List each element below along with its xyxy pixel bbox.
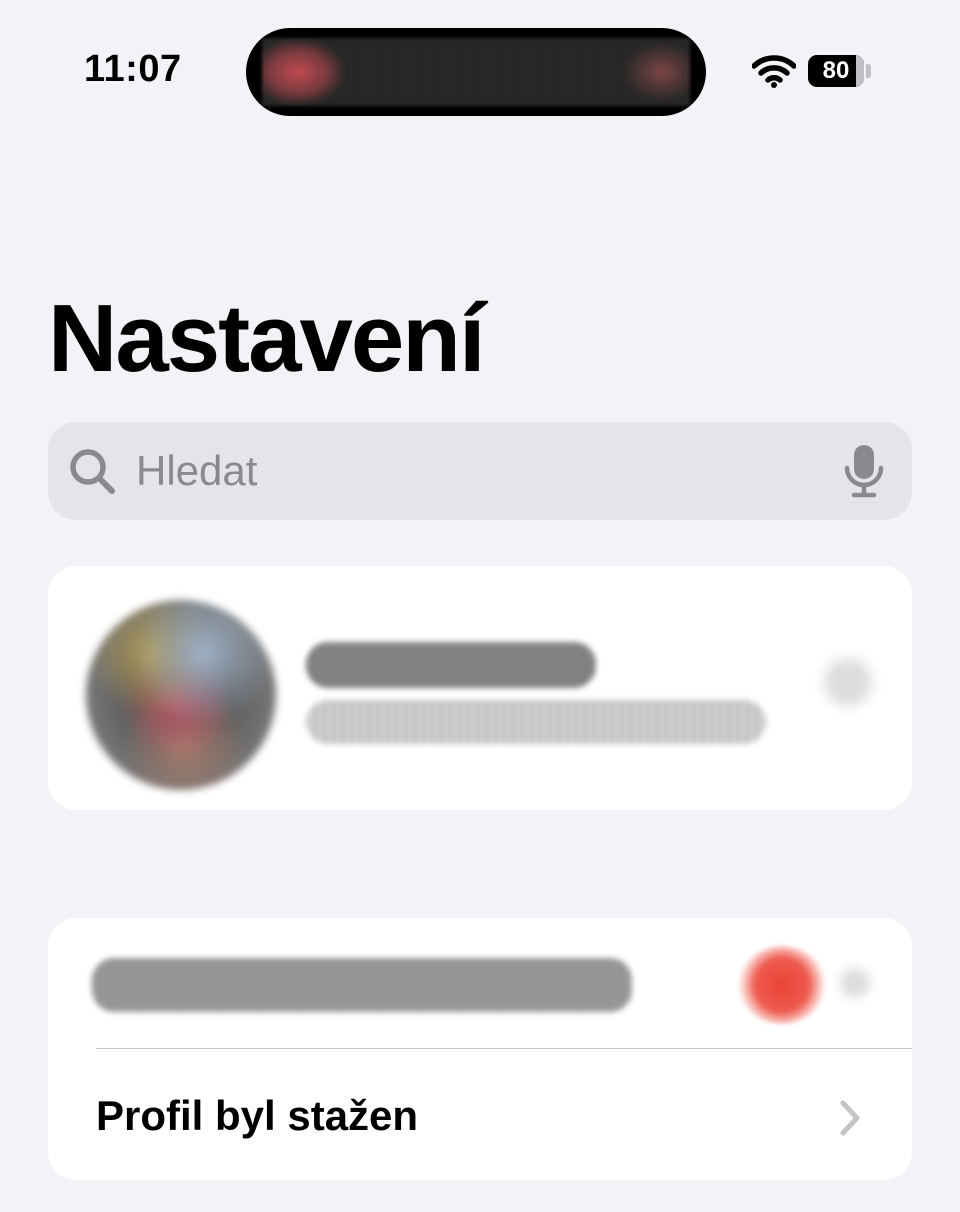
avatar	[86, 600, 276, 790]
apple-account-card[interactable]	[48, 566, 912, 810]
search-input[interactable]	[132, 436, 820, 506]
profile-subtitle-redacted	[306, 700, 766, 744]
dynamic-island-activity	[262, 38, 690, 106]
battery-indicator: 80	[808, 55, 864, 87]
battery-level: 80	[822, 57, 850, 84]
software-update-label-redacted	[92, 958, 632, 1012]
battery-empty-fill	[856, 55, 864, 87]
chevron-right-icon	[840, 968, 870, 998]
divider	[96, 1048, 912, 1049]
chevron-right-icon	[840, 1100, 860, 1136]
profile-name-redacted	[306, 642, 596, 688]
wifi-icon	[752, 55, 796, 88]
status-time: 11:07	[84, 48, 182, 90]
software-update-row[interactable]	[48, 918, 912, 1048]
battery-cap	[866, 64, 871, 78]
page-title: Nastavení	[48, 285, 486, 392]
dynamic-island[interactable]	[246, 28, 706, 116]
chevron-right-icon	[824, 658, 872, 706]
microphone-icon[interactable]	[843, 443, 885, 499]
notification-badge	[738, 946, 826, 1024]
status-bar: 11:07 80	[0, 0, 960, 140]
settings-group: Profil byl stažen	[48, 918, 912, 1180]
profile-downloaded-label: Profil byl stažen	[96, 1092, 419, 1139]
search-icon	[70, 449, 115, 494]
profile-downloaded-row[interactable]: Profil byl stažen	[48, 1050, 912, 1180]
